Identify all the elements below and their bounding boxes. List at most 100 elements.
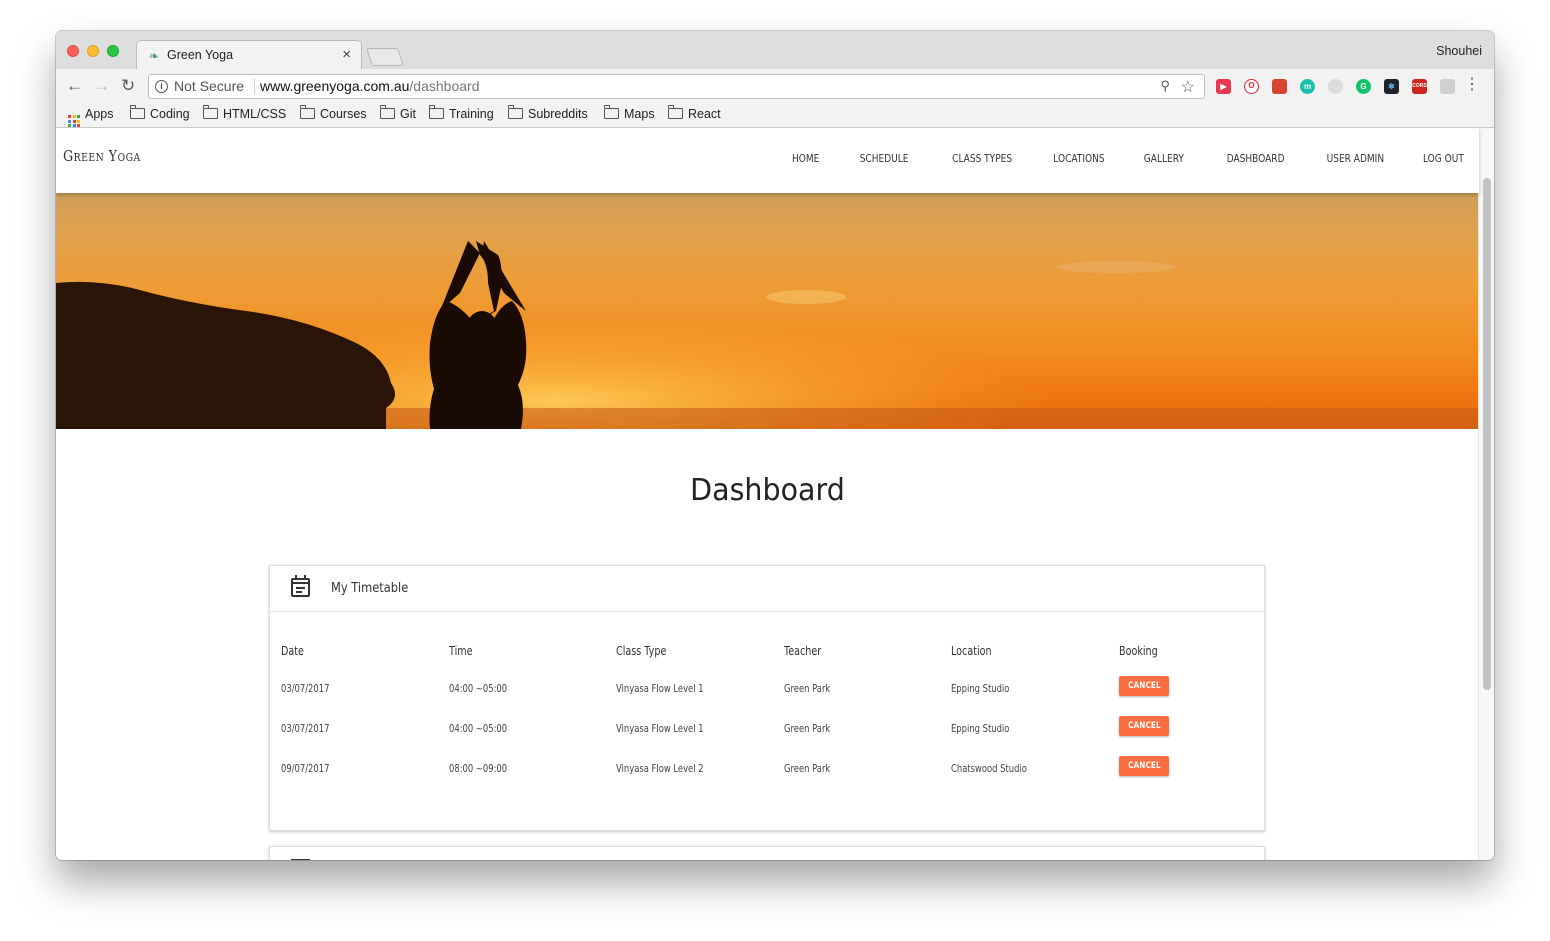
- nav-dashboard[interactable]: DASHBOARD: [1226, 152, 1284, 165]
- grammarly-extension-icon[interactable]: G: [1356, 79, 1371, 94]
- nav-user-admin[interactable]: USER ADMIN: [1327, 152, 1384, 165]
- cell-time: 04:00 ~05:00: [449, 683, 508, 695]
- page-viewport: Green Yoga HOME SCHEDULE CLASS TYPES LOC…: [56, 128, 1494, 860]
- cell-teacher: Green Park: [784, 763, 831, 775]
- tab-close-icon[interactable]: ×: [342, 46, 351, 63]
- apps-grid-icon: [68, 115, 80, 127]
- column-header-location: Location: [951, 644, 992, 658]
- cancel-booking-button[interactable]: CANCEL: [1119, 716, 1169, 736]
- bookmark-label: Training: [449, 107, 494, 121]
- column-header-date: Date: [281, 644, 304, 658]
- nav-gallery[interactable]: GALLERY: [1143, 152, 1183, 165]
- site-brand[interactable]: Green Yoga: [63, 147, 141, 165]
- cell-time: 08:00 ~09:00: [449, 763, 508, 775]
- table-row: 09/07/2017 08:00 ~09:00 Vinyasa Flow Level…: [281, 756, 1261, 787]
- nav-schedule[interactable]: SCHEDULE: [860, 152, 909, 165]
- bookmark-folder-react[interactable]: React: [668, 105, 721, 121]
- browser-toolbar: ← → ↻ i Not Secure www.greenyoga.com.au/…: [56, 69, 1494, 103]
- nav-log-out[interactable]: LOG OUT: [1423, 152, 1464, 165]
- security-label[interactable]: Not Secure: [174, 78, 244, 94]
- column-header-teacher: Teacher: [784, 644, 822, 658]
- circle-extension-icon[interactable]: [1328, 79, 1343, 94]
- table-row: 03/07/2017 04:00 ~05:00 Vinyasa Flow Level…: [281, 676, 1261, 707]
- maximize-window-button[interactable]: [107, 45, 119, 57]
- menu-dots-icon[interactable]: ⋮: [1464, 77, 1480, 93]
- cell-time: 04:00 ~05:00: [449, 723, 508, 735]
- nav-links: HOME SCHEDULE CLASS TYPES LOCATIONS GALL…: [756, 152, 1464, 165]
- cancel-button-label: CANCEL: [1127, 721, 1161, 731]
- folder-icon: [668, 105, 683, 119]
- new-tab-button[interactable]: [366, 48, 404, 66]
- folder-icon: [203, 105, 218, 119]
- cloud-extension-icon[interactable]: [1440, 79, 1455, 94]
- cell-teacher: Green Park: [784, 723, 831, 735]
- cell-class-type: Vinyasa Flow Level 1: [616, 723, 704, 735]
- lotus-favicon-icon: ❧: [149, 49, 160, 63]
- cancel-booking-button[interactable]: CANCEL: [1119, 676, 1169, 696]
- bookmark-label: Maps: [624, 107, 655, 121]
- bookmark-star-icon[interactable]: ☆: [1181, 77, 1195, 97]
- bookmark-extension-icon[interactable]: [1272, 79, 1287, 94]
- url-text[interactable]: www.greenyoga.com.au/dashboard: [260, 78, 479, 94]
- nav-locations[interactable]: LOCATIONS: [1053, 152, 1104, 165]
- back-arrow-icon[interactable]: ←: [66, 76, 83, 96]
- folder-icon: [604, 105, 619, 119]
- minimize-window-button[interactable]: [87, 45, 99, 57]
- bookmark-label: Git: [400, 107, 416, 121]
- bookmark-folder-training[interactable]: Training: [429, 105, 494, 121]
- cors-extension-icon[interactable]: CORS: [1412, 79, 1427, 94]
- card-title: My Timetable: [331, 581, 409, 596]
- bookmark-folder-courses[interactable]: Courses: [300, 105, 367, 121]
- cell-location: Chatswood Studio: [951, 763, 1027, 775]
- cell-date: 03/07/2017: [281, 683, 330, 695]
- cell-date: 03/07/2017: [281, 723, 330, 735]
- pocket-extension-icon[interactable]: ▶: [1216, 79, 1231, 94]
- scrollbar-thumb[interactable]: [1483, 178, 1491, 690]
- bookmark-folder-git[interactable]: Git: [380, 105, 416, 121]
- site-navbar: Green Yoga HOME SCHEDULE CLASS TYPES LOC…: [56, 128, 1479, 193]
- column-header-class-type: Class Type: [616, 644, 667, 658]
- folder-icon: [380, 105, 395, 119]
- cell-class-type: Vinyasa Flow Level 2: [616, 763, 704, 775]
- browser-tab[interactable]: ❧ Green Yoga ×: [136, 40, 362, 69]
- second-card: [269, 846, 1265, 860]
- timetable-card: My Timetable Date Time Class Type Teacher Lo…: [269, 565, 1265, 831]
- profile-name[interactable]: Shouhei: [1436, 44, 1482, 58]
- calendar-icon: [291, 575, 310, 597]
- cell-location: Epping Studio: [951, 683, 1010, 695]
- info-icon[interactable]: i: [155, 80, 168, 93]
- page-scrollbar[interactable]: [1478, 128, 1494, 860]
- folder-icon: [429, 105, 444, 119]
- m-extension-icon[interactable]: m: [1300, 79, 1315, 94]
- close-window-button[interactable]: [67, 45, 79, 57]
- cancel-button-label: CANCEL: [1127, 681, 1161, 691]
- tab-strip: ❧ Green Yoga × Shouhei: [56, 31, 1494, 69]
- folder-icon: [300, 105, 315, 119]
- bookmark-folder-html-css[interactable]: HTML/CSS: [203, 105, 286, 121]
- tab-title: Green Yoga: [167, 48, 234, 62]
- bookmark-folder-coding[interactable]: Coding: [130, 105, 190, 121]
- reload-icon[interactable]: ↻: [121, 76, 135, 96]
- bookmark-folder-subreddits[interactable]: Subreddits: [508, 105, 588, 121]
- key-icon[interactable]: ⚲: [1160, 78, 1170, 94]
- bookmark-label: Subreddits: [528, 107, 588, 121]
- opera-extension-icon[interactable]: O: [1244, 79, 1259, 94]
- cancel-booking-button[interactable]: CANCEL: [1119, 756, 1169, 776]
- bookmarks-bar: Apps Coding HTML/CSS Courses Git Trainin…: [56, 103, 1494, 128]
- nav-class-types[interactable]: CLASS TYPES: [952, 152, 1012, 165]
- address-bar[interactable]: i Not Secure www.greenyoga.com.au/dashbo…: [148, 74, 1205, 99]
- forward-arrow-icon[interactable]: →: [93, 76, 110, 96]
- react-devtools-icon[interactable]: ⚛: [1384, 79, 1399, 94]
- bookmark-folder-maps[interactable]: Maps: [604, 105, 655, 121]
- bookmark-label: Coding: [150, 107, 190, 121]
- column-header-time: Time: [449, 644, 473, 658]
- browser-window: ❧ Green Yoga × Shouhei ← → ↻ i Not Secur…: [56, 31, 1494, 860]
- column-header-booking: Booking: [1119, 644, 1158, 658]
- cell-teacher: Green Park: [784, 683, 831, 695]
- nav-home[interactable]: HOME: [792, 152, 819, 165]
- calendar-icon: [291, 859, 310, 860]
- card-header: My Timetable: [270, 566, 1264, 612]
- bookmark-apps[interactable]: Apps: [68, 107, 114, 127]
- divider: [254, 79, 255, 95]
- hero-sunset-image: [56, 193, 1479, 429]
